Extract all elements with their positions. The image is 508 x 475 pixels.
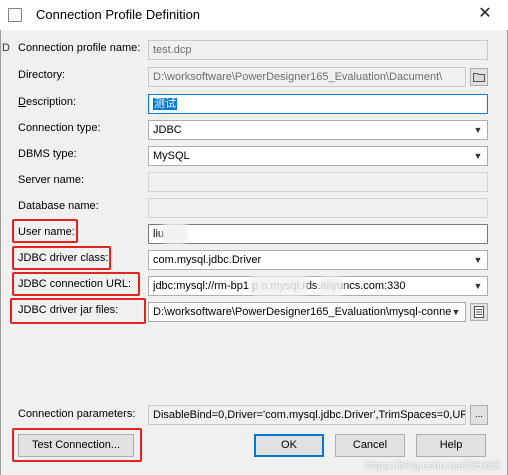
title-bar: Connection Profile Definition ✕ (0, 0, 508, 30)
jdbc-driver-class-value: com.mysql.jdbc.Driver (153, 254, 262, 266)
connection-parameters-field: DisableBind=0,Driver='com.mysql.jdbc.Dri… (148, 405, 466, 425)
server-name-input[interactable] (148, 172, 488, 192)
jdbc-driver-jar-files-select[interactable]: D:\worksoftware\PowerDesigner165_Evaluat… (148, 302, 466, 322)
annotation-box-driver-class (12, 246, 111, 270)
ok-button[interactable]: OK (254, 434, 324, 457)
user-name-input[interactable]: liu (148, 224, 488, 244)
redaction-blur (162, 221, 188, 245)
list-icon (474, 306, 484, 318)
database-name-input[interactable] (148, 198, 488, 218)
dropdown-arrow-icon: ▼ (473, 281, 483, 291)
profile-name-field: test.dcp (148, 40, 488, 60)
description-input[interactable]: 测试 (148, 94, 488, 114)
jdbc-driver-jar-files-value: D:\worksoftware\PowerDesigner165_Evaluat… (153, 306, 452, 318)
server-name-label: Server name: (18, 174, 85, 186)
dropdown-arrow-icon: ▼ (473, 125, 483, 135)
annotation-box-jar-files (10, 298, 146, 324)
watermark-text: https://blog.csdn.net/l26363 (365, 460, 500, 472)
background-window-text: D (2, 42, 10, 54)
dbms-type-select[interactable]: MySQL ▼ (148, 146, 488, 166)
redaction-blur (318, 276, 344, 296)
annotation-box-test-connection (12, 428, 142, 462)
connection-type-label: Connection type: (18, 122, 101, 134)
connection-parameters-label: Connection parameters: (18, 408, 136, 420)
browse-directory-button[interactable] (470, 68, 488, 86)
database-name-label: Database name: (18, 200, 99, 212)
description-selected-text: 测试 (153, 98, 177, 110)
close-icon[interactable]: ✕ (470, 1, 500, 27)
cancel-button[interactable]: Cancel (335, 434, 405, 457)
directory-label: Directory: (18, 69, 66, 81)
annotation-box-connection-url (12, 272, 140, 296)
description-label: Description: (18, 96, 77, 108)
profile-name-label: Connection profile name: (18, 42, 141, 54)
help-button[interactable]: Help (416, 434, 486, 457)
dropdown-arrow-icon: ▼ (451, 307, 461, 317)
jdbc-driver-class-select[interactable]: com.mysql.jdbc.Driver ▼ (148, 250, 488, 270)
window-frame-left (0, 30, 1, 475)
params-more-button[interactable]: ... (470, 405, 488, 425)
dropdown-arrow-icon: ▼ (473, 255, 483, 265)
connection-type-value: JDBC (153, 124, 182, 136)
directory-field: D:\worksoftware\PowerDesigner165_Evaluat… (148, 67, 466, 87)
redaction-blur (250, 274, 308, 296)
folder-icon (473, 73, 485, 82)
connection-type-select[interactable]: JDBC ▼ (148, 120, 488, 140)
dbms-type-label: DBMS type: (18, 148, 77, 160)
annotation-box-user-name (12, 219, 78, 243)
dbms-type-value: MySQL (153, 150, 190, 162)
dropdown-arrow-icon: ▼ (473, 151, 483, 161)
window-title: Connection Profile Definition (36, 7, 201, 22)
browse-jar-button[interactable] (470, 303, 488, 321)
app-icon (8, 8, 22, 22)
